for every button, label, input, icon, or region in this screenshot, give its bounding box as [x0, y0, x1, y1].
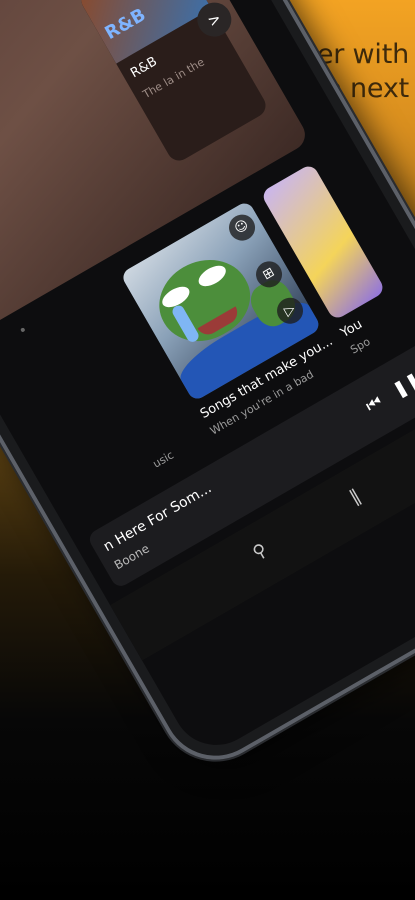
user-icon: ☺ [232, 217, 252, 238]
pause-icon: ❚❚ [389, 369, 415, 402]
skip-previous-icon: ⏮ [362, 391, 386, 417]
add-queue-icon: ⊞ [260, 264, 278, 284]
phone-mockup: R&B R&B The la in the > usic ☺ ⊞ ▷ Songs… [0, 0, 415, 781]
genre-artwork: R&B [77, 0, 212, 64]
pause-button[interactable]: ❚❚ [386, 365, 415, 406]
genre-title: R&B [128, 54, 160, 82]
playlist-left-subtitle: usic [150, 448, 177, 471]
phone-frame: R&B R&B The la in the > usic ☺ ⊞ ▷ Songs… [0, 0, 415, 781]
chevron-right-icon: > [204, 8, 225, 31]
search-icon[interactable]: ⚲ [249, 539, 271, 564]
play-icon: ▷ [281, 301, 298, 320]
previous-button[interactable]: ⏮ [354, 384, 395, 425]
library-icon[interactable]: ‖ [346, 485, 364, 508]
playlist-subtitle-2: Spo [348, 334, 373, 357]
genre-description: The la in the [140, 55, 207, 102]
genre-tile-rnb[interactable]: R&B R&B The la in the [77, 0, 270, 165]
app-screen: R&B R&B The la in the > usic ☺ ⊞ ▷ Songs… [0, 0, 415, 762]
genre-art-text: R&B [101, 4, 150, 45]
